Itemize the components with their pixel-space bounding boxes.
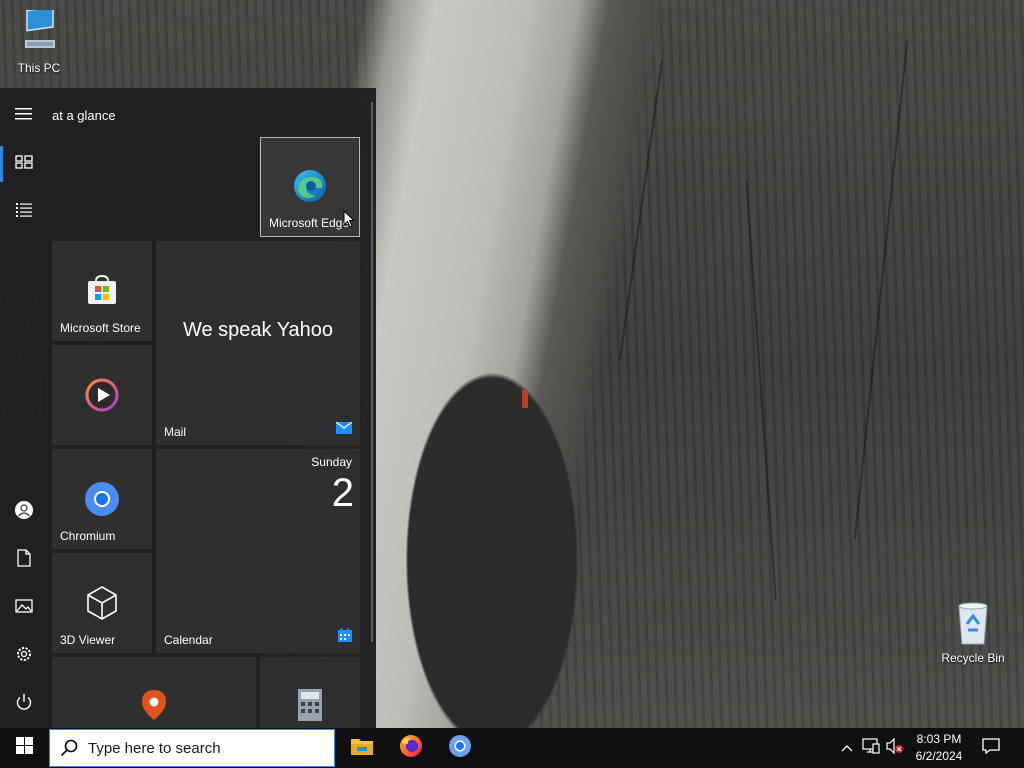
tile-label: Microsoft Edge xyxy=(269,216,350,230)
computer-icon xyxy=(4,6,74,59)
tile-calculator[interactable] xyxy=(260,657,360,728)
media-player-icon xyxy=(85,378,119,417)
network-status-button[interactable] xyxy=(861,737,881,759)
calendar-icon xyxy=(338,628,352,647)
taskbar-clock[interactable]: 8:03 PM 6/2/2024 xyxy=(908,731,970,765)
tiles-view-button[interactable] xyxy=(0,140,48,188)
mouse-cursor-icon xyxy=(343,209,356,233)
file-explorer-icon xyxy=(350,736,374,761)
power-icon xyxy=(15,693,33,716)
desktop-icon-label: Recycle Bin xyxy=(941,651,1005,665)
chromium-icon xyxy=(84,481,120,522)
taskbar-firefox[interactable] xyxy=(387,728,435,768)
documents-icon xyxy=(17,548,31,572)
tile-microsoft-edge[interactable]: Microsoft Edge xyxy=(260,137,360,237)
settings-icon xyxy=(15,645,33,668)
taskbar-chromium[interactable] xyxy=(436,728,484,768)
tile-calendar[interactable]: Sunday 2 Calendar xyxy=(156,449,360,653)
mail-icon xyxy=(335,421,353,439)
desktop-icon-recycle-bin[interactable]: Recycle Bin xyxy=(938,600,1008,665)
hamburger-menu-icon xyxy=(15,107,33,126)
action-center-button[interactable] xyxy=(981,737,1001,759)
firefox-icon xyxy=(399,734,423,763)
desktop-icon-label: This PC xyxy=(17,61,61,75)
all-apps-button[interactable] xyxy=(0,188,48,236)
tile-label: 3D Viewer xyxy=(60,633,116,647)
edge-icon xyxy=(292,168,328,209)
calendar-day-name: Sunday xyxy=(311,455,352,469)
start-menu: at a glance Microsoft Edge Microsoft Sto… xyxy=(0,88,376,728)
volume-muted-icon xyxy=(886,737,904,759)
tile-label: Chromium xyxy=(60,529,116,543)
network-icon xyxy=(862,737,880,759)
tile-label: Mail xyxy=(164,425,187,439)
tile-3d-viewer[interactable]: 3D Viewer xyxy=(52,553,152,653)
documents-button[interactable] xyxy=(0,536,48,584)
taskbar-search-box[interactable] xyxy=(49,729,335,767)
show-hidden-icons-button[interactable] xyxy=(837,738,857,758)
notifications-icon xyxy=(982,737,1000,759)
tile-maps[interactable] xyxy=(52,657,256,728)
clock-time: 8:03 PM xyxy=(916,732,962,746)
search-input[interactable] xyxy=(86,738,320,758)
recycle-bin-icon xyxy=(938,600,1008,649)
start-rail xyxy=(0,88,48,728)
pictures-icon xyxy=(15,598,33,618)
pictures-button[interactable] xyxy=(0,584,48,632)
all-apps-list-icon xyxy=(15,202,33,223)
tile-label: Calendar xyxy=(164,633,213,647)
start-button[interactable] xyxy=(0,728,48,768)
clock-date: 6/2/2024 xyxy=(915,749,963,763)
taskbar-file-explorer[interactable] xyxy=(338,728,386,768)
maps-pin-icon xyxy=(141,689,167,726)
settings-button[interactable] xyxy=(0,632,48,680)
chevron-up-icon xyxy=(841,739,853,757)
tile-chromium[interactable]: Chromium xyxy=(52,449,152,549)
tiles-view-icon xyxy=(15,154,33,174)
cube-3d-icon xyxy=(85,585,119,626)
desktop-icon-this-pc[interactable]: This PC xyxy=(4,6,74,75)
tile-label: Microsoft Store xyxy=(60,321,141,335)
mail-live-headline: We speak Yahoo xyxy=(182,319,334,341)
store-icon xyxy=(85,273,119,312)
power-button[interactable] xyxy=(0,680,48,728)
user-account-button[interactable] xyxy=(0,488,48,536)
expand-menu-button[interactable] xyxy=(0,92,48,140)
tile-mail[interactable]: We speak Yahoo Mail xyxy=(156,241,360,445)
calendar-date-number: 2 xyxy=(331,471,354,515)
tile-media-player[interactable] xyxy=(52,345,152,445)
tile-microsoft-store[interactable]: Microsoft Store xyxy=(52,241,152,341)
taskbar: 8:03 PM 6/2/2024 xyxy=(0,728,1024,768)
climber-figure xyxy=(522,390,528,408)
search-icon xyxy=(60,739,78,757)
start-menu-scrollbar[interactable] xyxy=(371,102,373,642)
calculator-icon xyxy=(298,689,322,726)
volume-button[interactable] xyxy=(885,737,905,759)
windows-logo-icon xyxy=(15,737,33,759)
tile-group-title: at a glance xyxy=(52,108,116,123)
chromium-icon xyxy=(448,734,472,763)
user-account-icon xyxy=(14,500,34,525)
